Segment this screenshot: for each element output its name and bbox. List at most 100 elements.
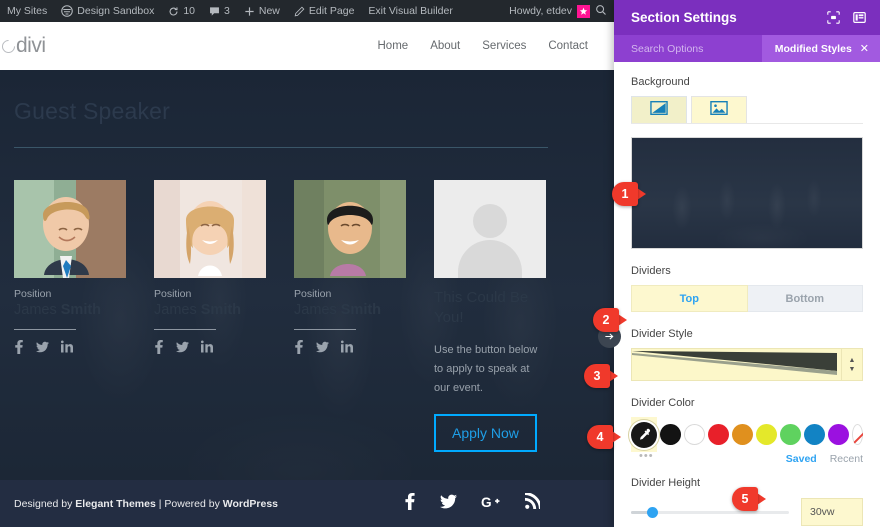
divider-style-label: Divider Style bbox=[631, 328, 693, 340]
facebook-icon[interactable] bbox=[154, 340, 164, 354]
team-member-photo bbox=[14, 180, 126, 278]
panel-layout-icon[interactable] bbox=[853, 11, 866, 24]
marker-number: 5 bbox=[732, 487, 758, 511]
image-background-tab[interactable] bbox=[691, 96, 747, 123]
search-icon[interactable] bbox=[595, 4, 607, 19]
site-logo[interactable]: divi bbox=[0, 34, 46, 58]
linkedin-icon[interactable] bbox=[201, 340, 213, 354]
saved-colors-tab[interactable]: Saved bbox=[786, 453, 817, 465]
panel-search-bar[interactable]: Search Options Modified Styles ✕ bbox=[614, 35, 880, 62]
dividers-toggle-group: Top Bottom bbox=[631, 285, 863, 312]
image-background-icon bbox=[710, 100, 728, 120]
team-member-name: James Smith bbox=[294, 302, 382, 318]
admin-bar-new[interactable]: New bbox=[237, 0, 287, 22]
admin-bar-exit-visual-builder[interactable]: Exit Visual Builder bbox=[361, 0, 459, 22]
eyedropper-swatch-wrapper[interactable] bbox=[631, 417, 657, 452]
swatch-purple[interactable] bbox=[828, 424, 849, 445]
team-member-socials bbox=[294, 340, 434, 354]
team-member-photo bbox=[294, 180, 406, 278]
linkedin-icon[interactable] bbox=[61, 340, 73, 354]
annotation-marker-3: 3 bbox=[584, 364, 618, 388]
slider-knob[interactable] bbox=[647, 506, 658, 518]
admin-bar-site-name[interactable]: Design Sandbox bbox=[54, 0, 161, 22]
team-member-card[interactable]: Position James Smith bbox=[154, 180, 294, 452]
swatch-black[interactable] bbox=[660, 424, 681, 445]
primary-nav: Home About Services Contact bbox=[378, 40, 615, 52]
nav-item-services[interactable]: Services bbox=[482, 40, 526, 52]
panel-header: Section Settings bbox=[614, 0, 880, 35]
hero-section[interactable]: Guest Speaker Position James Smith Posit… bbox=[0, 70, 614, 480]
gradient-background-tab[interactable] bbox=[631, 96, 687, 123]
annotation-marker-4: 4 bbox=[587, 425, 621, 449]
admin-bar-edit-page[interactable]: Edit Page bbox=[287, 0, 362, 22]
background-image-preview[interactable] bbox=[631, 137, 863, 249]
close-icon[interactable]: ✕ bbox=[860, 42, 869, 55]
marker-number: 1 bbox=[612, 182, 638, 206]
team-member-card[interactable]: Position James Smith bbox=[294, 180, 434, 452]
twitter-icon[interactable] bbox=[36, 340, 49, 354]
footer-brand-wordpress[interactable]: WordPress bbox=[223, 498, 278, 510]
recent-colors-tab[interactable]: Recent bbox=[830, 453, 863, 465]
avatar[interactable] bbox=[577, 4, 590, 18]
facebook-icon[interactable] bbox=[14, 340, 24, 354]
admin-bar-comments[interactable]: 3 bbox=[202, 0, 237, 22]
page-title: Guest Speaker bbox=[14, 98, 171, 124]
wordpress-site-icon bbox=[61, 5, 74, 17]
admin-bar-site-label: Design Sandbox bbox=[77, 5, 155, 17]
facebook-icon[interactable] bbox=[404, 492, 416, 515]
wp-admin-bar: My Sites Design Sandbox 10 3 New Edit Pa… bbox=[0, 0, 614, 22]
howdy-label[interactable]: Howdy, etdev bbox=[509, 5, 572, 17]
swatch-green[interactable] bbox=[780, 424, 801, 445]
responsive-preview-icon[interactable] bbox=[827, 11, 840, 24]
divider-bottom-button[interactable]: Bottom bbox=[747, 285, 863, 312]
facebook-icon[interactable] bbox=[294, 340, 304, 354]
divider-style-select[interactable]: ▲ ▼ bbox=[631, 348, 863, 381]
marker-number: 3 bbox=[584, 364, 610, 388]
swatch-orange[interactable] bbox=[732, 424, 753, 445]
cta-card[interactable]: This Could Be You! Use the button below … bbox=[434, 180, 574, 453]
divider-color-field: Divider Color ••• Saved Recent bbox=[631, 397, 863, 465]
eyedropper-icon bbox=[631, 421, 657, 448]
panel-title: Section Settings bbox=[631, 10, 737, 25]
twitter-icon[interactable] bbox=[440, 493, 457, 515]
googleplus-icon[interactable]: G bbox=[481, 493, 501, 515]
dividers-label: Dividers bbox=[631, 265, 671, 277]
modified-styles-badge[interactable]: Modified Styles ✕ bbox=[761, 35, 880, 62]
nav-item-home[interactable]: Home bbox=[378, 40, 409, 52]
divider-style-stepper[interactable]: ▲ ▼ bbox=[841, 349, 862, 380]
color-swatch-row bbox=[631, 417, 863, 452]
team-member-socials bbox=[14, 340, 154, 354]
updates-icon bbox=[168, 6, 179, 17]
team-member-position: Position bbox=[294, 288, 332, 300]
team-member-photo bbox=[154, 180, 266, 278]
admin-bar-updates[interactable]: 10 bbox=[161, 0, 202, 22]
admin-bar-my-sites-label: My Sites bbox=[7, 5, 48, 17]
twitter-icon[interactable] bbox=[176, 340, 189, 354]
rss-icon[interactable] bbox=[525, 491, 542, 515]
dividers-field: Dividers Top Bottom bbox=[631, 265, 863, 312]
site-logo-text: divi bbox=[16, 34, 46, 57]
exit-builder-label: Exit Visual Builder bbox=[368, 5, 453, 17]
nav-item-contact[interactable]: Contact bbox=[548, 40, 588, 52]
footer-brand-elegant-themes[interactable]: Elegant Themes bbox=[75, 498, 156, 510]
swatch-yellow[interactable] bbox=[756, 424, 777, 445]
team-member-card[interactable]: Position James Smith bbox=[14, 180, 154, 452]
card-divider-rule bbox=[154, 329, 216, 330]
swatch-blue[interactable] bbox=[804, 424, 825, 445]
apply-now-button[interactable]: Apply Now bbox=[434, 414, 537, 453]
swatch-none[interactable] bbox=[852, 424, 863, 445]
nav-item-about[interactable]: About bbox=[430, 40, 460, 52]
team-member-socials bbox=[154, 340, 294, 354]
comments-count: 3 bbox=[224, 5, 230, 17]
placeholder-head-shape bbox=[473, 204, 507, 238]
more-colors-button[interactable]: ••• bbox=[639, 450, 654, 462]
swatch-white[interactable] bbox=[684, 424, 705, 445]
linkedin-icon[interactable] bbox=[341, 340, 353, 354]
panel-body: Background Dividers Top Bottom Divider S… bbox=[614, 62, 880, 527]
divider-top-button[interactable]: Top bbox=[631, 285, 748, 312]
twitter-icon[interactable] bbox=[316, 340, 329, 354]
swatch-red[interactable] bbox=[708, 424, 729, 445]
admin-bar-my-sites[interactable]: My Sites bbox=[0, 0, 54, 22]
divider-height-input[interactable]: 30vw bbox=[801, 498, 863, 526]
footer-credits: Designed by Elegant Themes | Powered by … bbox=[14, 498, 278, 510]
